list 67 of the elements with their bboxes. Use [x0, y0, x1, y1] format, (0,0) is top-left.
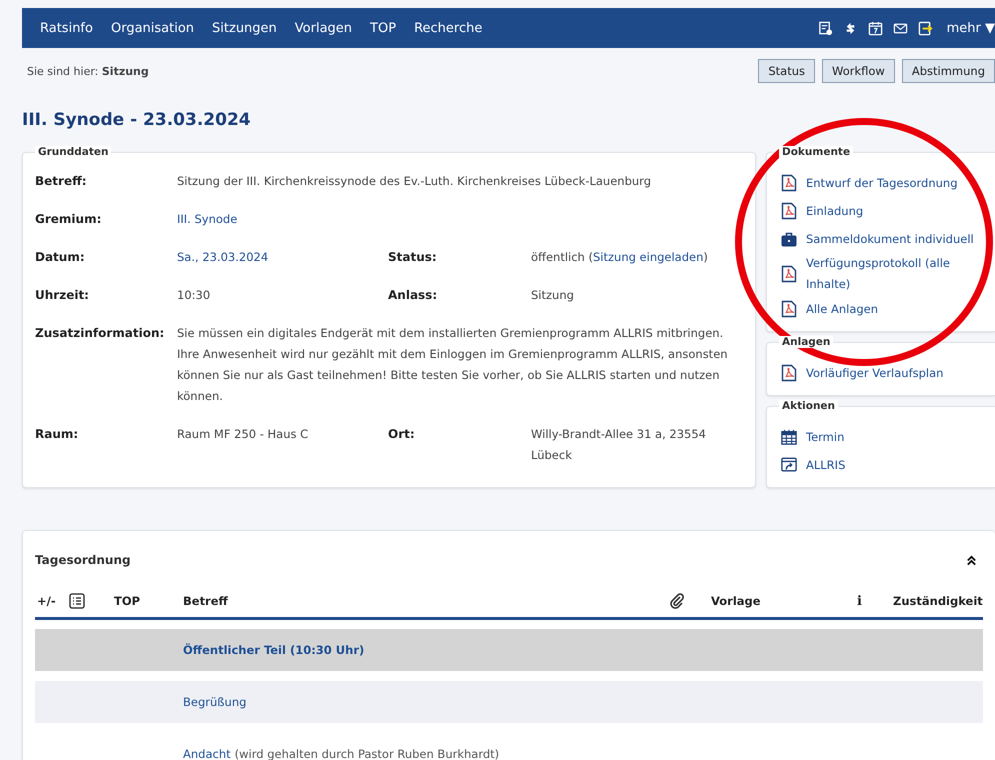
mail-icon[interactable] — [892, 20, 908, 36]
document-link[interactable]: ALLRIS — [806, 454, 976, 476]
document-link[interactable]: Vorläufiger Verlaufsplan — [806, 362, 976, 384]
field-value: 10:30 — [177, 287, 212, 304]
nav-link[interactable]: TOP — [370, 20, 396, 36]
field-link[interactable]: Sa., 23.03.2024 — [177, 250, 268, 264]
card-legend: Dokumente — [779, 146, 854, 158]
column-header: TOP — [114, 594, 140, 608]
list-icon[interactable] — [69, 593, 85, 609]
breadcrumb: Sie sind hier: Sitzung — [27, 64, 149, 78]
field-value: Sitzung der III. Kirchenkreissynode des Ev.-Luth. Kirchenkreises Lübeck-Lauenburg — [177, 173, 652, 190]
field-value: Sitzung — [531, 287, 575, 304]
field-link[interactable]: Sitzung eingeladen — [592, 250, 704, 264]
logout-icon[interactable] — [918, 20, 933, 36]
column-header: Vorlage — [711, 594, 761, 608]
column-header: Betreff — [183, 594, 228, 608]
field-label: Raum: — [35, 426, 80, 443]
document-settings-icon[interactable] — [818, 20, 833, 36]
field-label: Zusatzinformation: — [35, 325, 166, 342]
page-title: III. Synode - 23.03.2024 — [22, 110, 252, 132]
field-link[interactable]: III. Synode — [177, 212, 238, 226]
info-header: i — [857, 594, 862, 608]
subject-link[interactable]: Öffentlicher Teil (10:30 Uhr) — [183, 643, 364, 657]
document-link[interactable]: Termin — [806, 426, 976, 448]
nav-link[interactable]: Organisation — [110, 20, 194, 36]
collapse-icon[interactable] — [966, 554, 977, 566]
field-label: Ort: — [388, 426, 416, 443]
toolbar-button[interactable]: Status — [758, 59, 816, 83]
field-label: Gremium: — [35, 211, 102, 228]
field-label: Anlass: — [388, 287, 438, 304]
pdf-icon — [781, 202, 797, 220]
field-label: Uhrzeit: — [35, 287, 90, 304]
toolbar-button[interactable]: Workflow — [822, 59, 895, 83]
nav-link[interactable]: Vorlagen — [294, 20, 352, 36]
nav-link[interactable]: Ratsinfo — [40, 20, 93, 36]
subject-link[interactable]: Begrüßung — [183, 695, 246, 709]
field-value: Willy-Brandt-Allee 31 a, 23554 Lübeck — [531, 426, 707, 464]
pdf-icon — [781, 174, 797, 192]
pdf-icon — [781, 364, 797, 382]
field-label: Datum: — [35, 249, 86, 266]
column-header: Zuständigkeit — [893, 594, 983, 608]
field-label: Betreff: — [35, 173, 88, 190]
pdf-icon — [781, 300, 797, 318]
more-menu[interactable]: mehr ▼ — [946, 20, 995, 36]
document-link[interactable]: Alle Anlagen — [806, 298, 976, 320]
field-label: Status: — [388, 249, 438, 266]
section-title: Tagesordnung — [35, 553, 131, 567]
document-link[interactable]: Sammeldokument individuell — [806, 228, 976, 250]
toolbar-button[interactable]: Abstimmung — [902, 59, 995, 83]
card-legend: Anlagen — [779, 336, 834, 348]
expand-toggle[interactable]: +/- — [37, 594, 56, 608]
field-value: Raum MF 250 - Haus C — [177, 426, 310, 443]
calendar-icon[interactable] — [868, 20, 883, 36]
document-link[interactable]: Einladung — [806, 200, 976, 222]
card-legend: Aktionen — [779, 400, 838, 412]
nav-link[interactable]: Sitzungen — [212, 20, 277, 36]
briefcase-icon — [781, 230, 797, 248]
document-link[interactable]: Entwurf der Tagesordnung — [806, 172, 976, 194]
field-value: Sie müssen ein digitales Endgerät mit dem installierten Gremienprogramm ALLRIS mitbringen. Ihre Anwesenheit wird nur gezählt mit dem Einloggen im Gremienprogramm ALLRIS, ansonsten können Sie nur als Gast teilnehmen! Bitte testen Sie vorher, ob Sie ALLRIS starten und nutzen können. — [177, 325, 729, 405]
subject-link[interactable]: Andacht — [183, 747, 231, 760]
paperclip-icon — [669, 593, 685, 609]
field-value: öffentlich (Sitzung eingeladen) — [531, 249, 709, 266]
calendar-icon — [781, 428, 797, 446]
card-legend: Grunddaten — [35, 146, 112, 158]
nav-link[interactable]: Recherche — [414, 20, 482, 36]
pdf-icon — [781, 265, 797, 283]
document-link[interactable]: Verfügungsprotokoll (alle Inhalte) — [806, 253, 976, 295]
